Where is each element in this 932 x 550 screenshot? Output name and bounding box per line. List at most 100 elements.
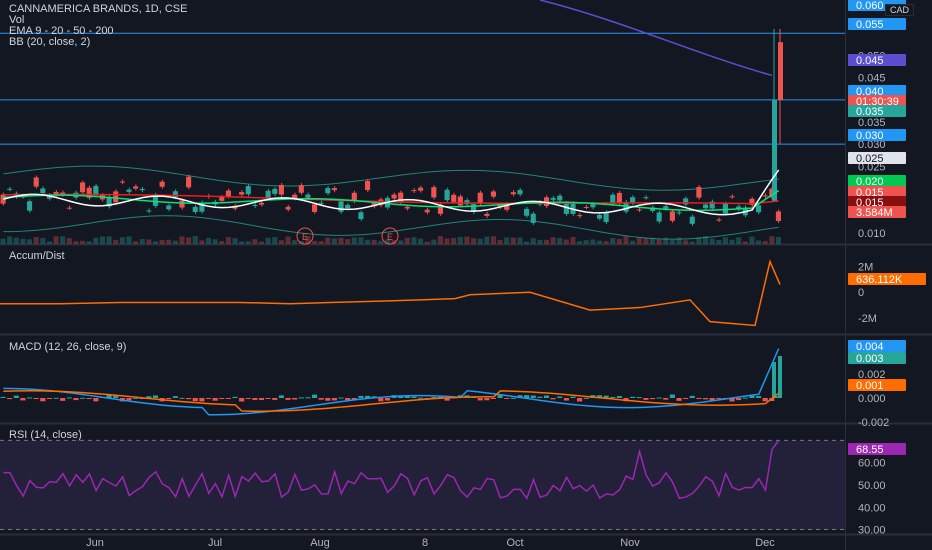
price-label-text: 0.045 bbox=[856, 55, 884, 67]
volume-bar bbox=[464, 236, 470, 244]
candle-body bbox=[265, 190, 271, 199]
candle-body bbox=[431, 187, 437, 198]
volume-bar bbox=[66, 238, 72, 244]
volume-bar bbox=[53, 236, 59, 244]
macd-histogram-bar bbox=[258, 398, 265, 400]
candle-body bbox=[722, 203, 728, 214]
last-candle bbox=[778, 42, 783, 100]
volume-bar bbox=[729, 239, 735, 244]
volume-bar bbox=[0, 238, 6, 244]
time-axis-tick: Dec bbox=[755, 537, 775, 549]
symbol-title: CANNAMERICA BRANDS, 1D, CSE bbox=[9, 3, 188, 15]
candle-body bbox=[258, 202, 265, 205]
volume-bar bbox=[371, 239, 377, 244]
macd-histogram-bar bbox=[643, 398, 649, 400]
candle-body bbox=[298, 185, 304, 193]
bb-legend: BB (20, close, 2) bbox=[9, 36, 91, 48]
volume-bar bbox=[252, 239, 258, 244]
currency-badge[interactable]: CAD bbox=[884, 4, 914, 16]
ema200-line bbox=[539, 0, 773, 77]
volume-bar bbox=[325, 237, 331, 244]
volume-bar bbox=[722, 237, 728, 244]
candle-body bbox=[411, 190, 417, 192]
macd-histogram-bar bbox=[702, 398, 709, 400]
candle-body bbox=[146, 210, 152, 212]
macd-axis-tick: 0.000 bbox=[858, 393, 886, 405]
volume-bar bbox=[616, 238, 622, 244]
candle-body bbox=[139, 188, 145, 191]
volume-bar bbox=[398, 240, 404, 244]
macd-histogram-bar bbox=[265, 398, 271, 399]
candle-body bbox=[603, 212, 609, 222]
macd-histogram-bar bbox=[86, 398, 92, 400]
candle-body bbox=[477, 192, 483, 204]
volume-bar bbox=[497, 239, 503, 244]
time-axis-tick: Jun bbox=[86, 537, 104, 549]
volume-bar bbox=[331, 238, 337, 244]
volume-bar bbox=[755, 240, 762, 244]
macd-histogram-bar bbox=[73, 398, 79, 401]
volume-bar bbox=[27, 239, 33, 244]
macd-histogram-bar bbox=[537, 396, 543, 398]
earnings-label: E bbox=[302, 232, 308, 242]
volume-bar bbox=[424, 241, 430, 244]
volume-bar bbox=[358, 237, 364, 244]
candle-body bbox=[451, 194, 457, 202]
candle-body bbox=[457, 196, 463, 206]
macd-histogram-bar bbox=[696, 398, 702, 399]
volume-bar bbox=[7, 236, 13, 244]
rsi-band-fill bbox=[0, 440, 845, 530]
volume-bar bbox=[212, 239, 218, 244]
volume-bar bbox=[623, 236, 629, 244]
macd-histogram-bar bbox=[205, 398, 212, 399]
volume-bar bbox=[630, 240, 636, 244]
volume-bar bbox=[590, 239, 596, 244]
volume-bar bbox=[13, 237, 19, 244]
volume-bar bbox=[742, 241, 748, 244]
macd-histogram-bar bbox=[27, 397, 33, 399]
candle-body bbox=[577, 215, 583, 217]
macd-histogram-bar bbox=[225, 398, 231, 399]
volume-bar bbox=[603, 241, 609, 244]
volume-bar bbox=[636, 237, 642, 244]
macd-histogram-bar bbox=[66, 397, 72, 399]
macd-histogram-bar bbox=[577, 398, 583, 402]
volume-bar bbox=[179, 236, 185, 244]
candle-body bbox=[418, 187, 424, 191]
volume-bar bbox=[570, 237, 576, 244]
breakout-candle bbox=[772, 99, 777, 202]
macd-histogram-bar bbox=[252, 398, 258, 400]
volume-bar bbox=[278, 240, 284, 244]
volume-bar bbox=[431, 239, 437, 244]
volume-bar bbox=[517, 237, 523, 244]
signal-line bbox=[3, 390, 780, 412]
macd-histogram-bar bbox=[126, 398, 132, 401]
candle-body bbox=[557, 195, 563, 201]
macd-histogram-bar bbox=[772, 362, 776, 398]
macd-histogram-bar bbox=[172, 396, 178, 398]
macd-histogram-bar bbox=[245, 398, 251, 399]
candle-body bbox=[325, 188, 331, 194]
candle-body bbox=[616, 192, 622, 204]
macd-histogram-bar bbox=[477, 398, 483, 401]
chart-canvas: EE0.0500.0450.0350.0300.0250.0200.0150.0… bbox=[0, 0, 932, 550]
volume-bar bbox=[93, 237, 99, 244]
volume-bar bbox=[610, 237, 616, 244]
volume-bar bbox=[643, 238, 649, 244]
volume-bar bbox=[530, 238, 536, 244]
volume-bar bbox=[762, 241, 768, 244]
candle-body bbox=[7, 188, 13, 190]
macd-line bbox=[3, 348, 780, 416]
rsi-axis-tick: 60.00 bbox=[858, 458, 886, 470]
macd-histogram-bar bbox=[166, 398, 172, 399]
candle-body bbox=[285, 206, 291, 210]
macd-histogram-bar bbox=[60, 398, 66, 401]
volume-bar bbox=[146, 239, 152, 244]
volume-bar bbox=[139, 238, 145, 244]
time-axis-tick: Oct bbox=[506, 537, 523, 549]
macd-histogram-bar bbox=[736, 398, 742, 401]
macd-histogram-bar bbox=[93, 398, 99, 402]
macd-histogram-bar bbox=[563, 398, 569, 401]
macd-histogram-bar bbox=[762, 398, 768, 402]
macd-histogram-bar bbox=[298, 397, 304, 399]
